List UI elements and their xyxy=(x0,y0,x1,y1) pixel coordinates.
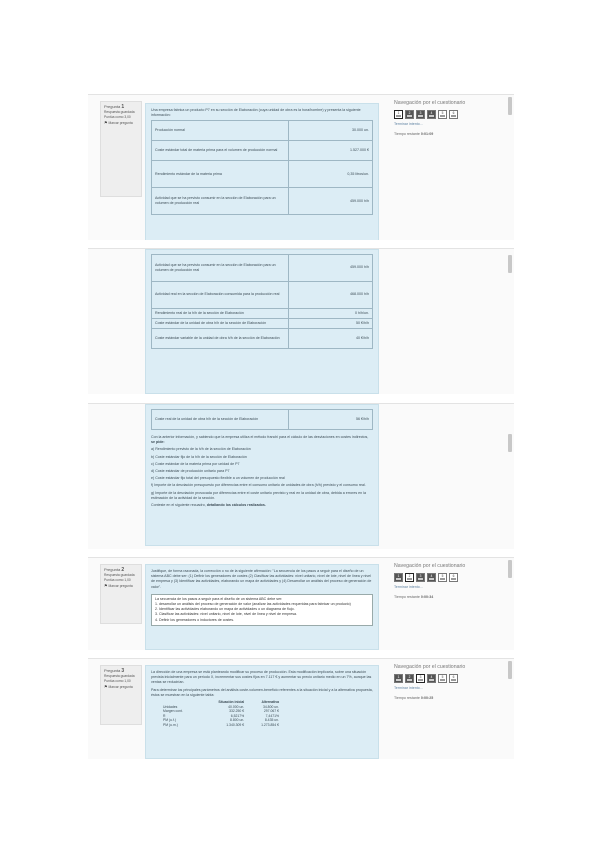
flag-question-link[interactable]: ⚑ Marcar pregunta xyxy=(104,583,138,589)
question-nav-button[interactable]: 6 xyxy=(449,110,458,119)
table-row: Rendimiento real de la h/h de la sección… xyxy=(150,307,373,320)
time-remaining: Tiempo restante 0:00:25 xyxy=(394,696,434,700)
question-nav-button[interactable]: 5 xyxy=(438,674,447,683)
question-nav-button[interactable]: 2 xyxy=(405,674,414,683)
finish-attempt-link[interactable]: Terminar intento... xyxy=(394,686,504,691)
data-table: Coste real de la unidad de obra h/h de l… xyxy=(150,409,373,430)
question-nav-button[interactable]: 4 xyxy=(427,573,436,582)
situation-table: Situación inicial Alternativa Unidades 40… xyxy=(161,700,281,728)
question-buttons: 1 2 3 4 5 6 xyxy=(394,674,504,683)
question-text: Justifique, de forma razonada, la correc… xyxy=(151,569,372,589)
flag-question-link[interactable]: ⚑ Marcar pregunta xyxy=(104,684,138,690)
question-info-block: Pregunta 1 Respuesta guardada Puntúa com… xyxy=(100,101,142,197)
quiz-navigation-title: Navegación por el cuestionario xyxy=(394,563,466,569)
table-row: Actividad que se ha previsto consumir en… xyxy=(150,187,373,216)
question-nav-button[interactable]: 1 xyxy=(394,674,403,683)
table-row: Actividad que se ha previsto consumir en… xyxy=(150,254,373,282)
quiz-navigation: Navegación por el cuestionario 1 2 3 4 5… xyxy=(394,100,504,137)
table-row: Coste estándar total de materia prima pa… xyxy=(150,140,373,162)
quiz-navigation: Navegación por el cuestionario 1 2 3 4 5… xyxy=(394,563,504,600)
screenshot-question-1-bottom: Coste real de la unidad de obra h/h de l… xyxy=(88,403,514,549)
scrollbar[interactable] xyxy=(508,560,512,578)
time-remaining: Tiempo restante 0:00:34 xyxy=(394,595,434,599)
question-nav-button[interactable]: 6 xyxy=(449,573,458,582)
list-item: f) Importe de la desviación presupuesto … xyxy=(151,483,366,488)
scrollbar[interactable] xyxy=(508,434,512,452)
list-item: a) Rendimiento previsto de la h/h de la … xyxy=(151,447,251,452)
question-buttons: 1 2 3 4 5 6 xyxy=(394,110,504,119)
answer-textarea[interactable]: La secuencia de los pasos a seguir para … xyxy=(151,593,373,626)
quiz-navigation: Navegación por el cuestionario 1 2 3 4 5… xyxy=(394,664,504,701)
table-row: PM (u.m.) 1.340.309 €1.273.854 € xyxy=(163,722,279,727)
list-item: c) Coste estándar de la materia prima po… xyxy=(151,461,240,466)
finish-attempt-link[interactable]: Terminar intento... xyxy=(394,122,504,127)
flag-icon: ⚑ xyxy=(104,583,108,588)
list-item: d) Coste estándar de producción unitario… xyxy=(151,469,230,474)
scrollbar[interactable] xyxy=(508,255,512,273)
table-row: Coste real de la unidad de obra h/h de l… xyxy=(150,409,373,430)
screenshot-question-1-top: Pregunta 1 Respuesta guardada Puntúa com… xyxy=(88,94,514,240)
flag-question-link[interactable]: ⚑ Marcar pregunta xyxy=(104,120,138,126)
question-nav-button[interactable]: 1 xyxy=(394,110,403,119)
question-text-panel: Una empresa fabrica un producto P7 en su… xyxy=(145,103,379,240)
data-table: Producción normal 30.000 un. Coste estánd… xyxy=(150,120,373,216)
list-item: g) Importe de la desviación provocada po… xyxy=(151,490,366,500)
question-text: Para determinar los principales parámetr… xyxy=(151,687,373,697)
time-remaining: Tiempo restante 0:01:09 xyxy=(394,132,434,136)
question-nav-button[interactable]: 5 xyxy=(438,110,447,119)
question-nav-button[interactable]: 1 xyxy=(394,573,403,582)
quiz-navigation-title: Navegación por el cuestionario xyxy=(394,664,466,670)
question-text-panel: La dirección de una empresa se está plan… xyxy=(145,665,379,759)
closing-instruction: Conteste en el siguiente recuadro, detal… xyxy=(151,503,266,508)
table-row: Actividad real en la sección de Elaborac… xyxy=(150,281,373,309)
question-nav-button[interactable]: 5 xyxy=(438,573,447,582)
question-nav-button[interactable]: 4 xyxy=(427,674,436,683)
question-nav-button[interactable]: 2 xyxy=(405,110,414,119)
question-nav-button[interactable]: 6 xyxy=(449,674,458,683)
finish-attempt-link[interactable]: Terminar intento... xyxy=(394,585,504,590)
flag-icon: ⚑ xyxy=(104,120,108,125)
question-nav-button[interactable]: 2 xyxy=(405,573,414,582)
list-item: e) Coste estándar fijo total del presupu… xyxy=(151,476,285,481)
question-text-panel: Actividad que se ha previsto consumir en… xyxy=(145,249,379,394)
screenshot-question-1-middle: Actividad que se ha previsto consumir en… xyxy=(88,248,514,394)
question-nav-button[interactable]: 3 xyxy=(416,573,425,582)
question-text: La dirección de una empresa se está plan… xyxy=(151,670,372,685)
screenshot-question-3: Pregunta 3 Respuesta guardada Puntúa com… xyxy=(88,658,514,759)
flag-icon: ⚑ xyxy=(104,684,108,689)
question-text-panel: Justifique, de forma razonada, la correc… xyxy=(145,564,379,650)
question-paragraph: Con la anterior información, y sabiendo … xyxy=(151,435,369,445)
question-buttons: 1 2 3 4 5 6 xyxy=(394,573,504,582)
question-nav-button[interactable]: 3 xyxy=(416,674,425,683)
table-row: Producción normal 30.000 un. xyxy=(150,120,373,142)
table-row: Rendimiento estándar de la materia prima… xyxy=(150,160,373,189)
question-nav-button[interactable]: 4 xyxy=(427,110,436,119)
question-intro: Una empresa fabrica un producto P7 en su… xyxy=(151,108,361,118)
list-item: b) Coste estándar fijo de la h/h de la s… xyxy=(151,454,247,459)
screenshot-question-2: Pregunta 2 Respuesta guardada Puntúa com… xyxy=(88,557,514,650)
scrollbar[interactable] xyxy=(508,97,512,115)
table-row: Coste estándar de la unidad de obra h/h … xyxy=(150,318,373,330)
question-info-block: Pregunta 2 Respuesta guardada Puntúa com… xyxy=(100,564,142,624)
scrollbar[interactable] xyxy=(508,661,512,679)
quiz-navigation-title: Navegación por el cuestionario xyxy=(394,100,466,106)
data-table: Actividad que se ha previsto consumir en… xyxy=(150,254,373,350)
question-info-block: Pregunta 3 Respuesta guardada Puntúa com… xyxy=(100,665,142,725)
question-text-panel: Coste real de la unidad de obra h/h de l… xyxy=(145,404,379,546)
answer-line: 4. Definir los generadores o inductores … xyxy=(155,617,235,622)
table-row: Coste estándar variable de la unidad de … xyxy=(150,328,373,350)
question-nav-button[interactable]: 3 xyxy=(416,110,425,119)
